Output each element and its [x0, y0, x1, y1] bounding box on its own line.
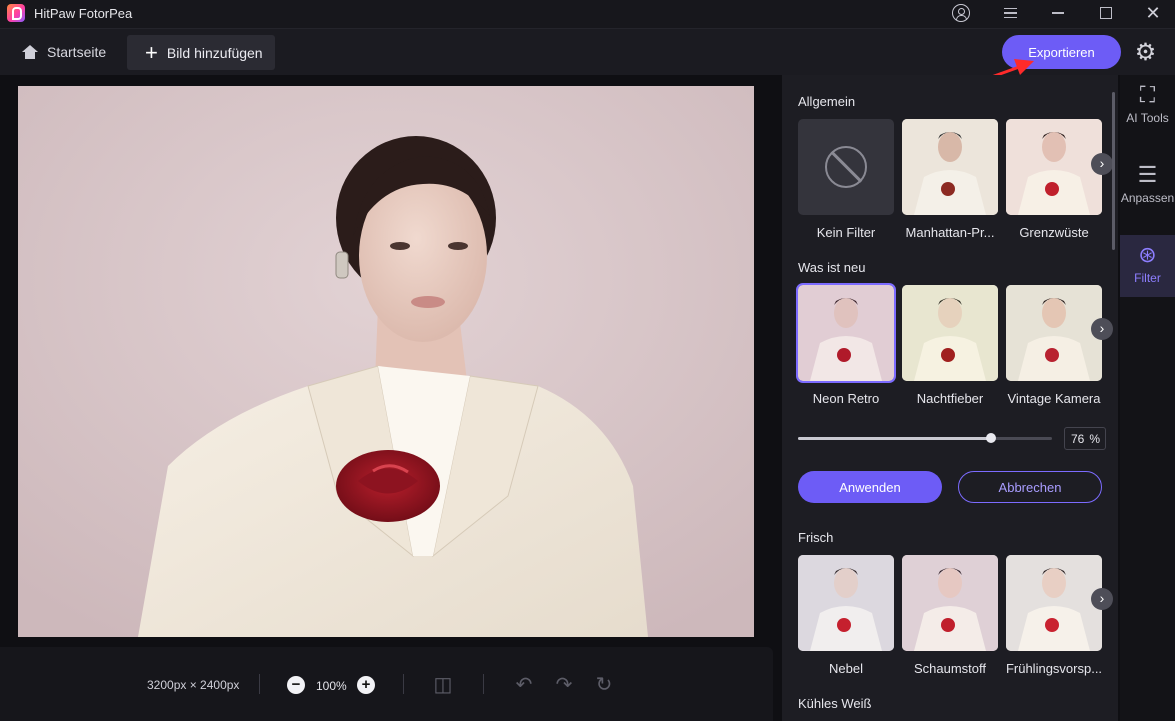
zoom-level: 100% — [316, 679, 347, 693]
home-button[interactable]: Startseite — [14, 38, 114, 66]
section-title-kuehles-weiss: Kühles Weiß — [798, 696, 872, 711]
filter-thumb-kein-filter[interactable] — [798, 119, 894, 215]
filter-preview — [902, 119, 998, 215]
gear-icon[interactable]: ⚙ — [1133, 40, 1158, 65]
filter-label: Manhattan-Pr... — [905, 225, 995, 240]
account-icon[interactable] — [949, 2, 973, 24]
filter-thumb-manhattan[interactable] — [902, 119, 998, 215]
filter-label: Nebel — [829, 661, 863, 676]
next-arrow-icon[interactable]: › — [1091, 588, 1113, 610]
intensity-unit: % — [1089, 431, 1100, 446]
filter-thumb-neon-retro[interactable] — [796, 283, 896, 383]
rail-item-filter[interactable]: ⊛ Filter — [1120, 235, 1175, 297]
intensity-slider[interactable] — [798, 433, 1052, 443]
rail-label: Filter — [1134, 271, 1161, 285]
filter-thumb-grenzwueste[interactable] — [1006, 119, 1102, 215]
tool-rail: ⛶ AI Tools ☰ Anpassen ⊛ Filter — [1120, 75, 1175, 721]
filter-label: Neon Retro — [812, 391, 880, 406]
filter-label: Schaumstoff — [913, 661, 987, 676]
no-filter-icon — [825, 146, 867, 188]
maximize-icon[interactable] — [1094, 2, 1118, 24]
home-label: Startseite — [47, 44, 107, 60]
section-title-allgemein: Allgemein — [798, 94, 856, 109]
filter-label: Frühlingsvorsp... — [1005, 661, 1103, 676]
cancel-button[interactable]: Abbrechen — [958, 471, 1102, 503]
filter-thumb-schaumstoff[interactable] — [902, 555, 998, 651]
filter-label: Grenzwüste — [1019, 225, 1089, 240]
intensity-value-field[interactable]: 76 % — [1064, 427, 1106, 450]
filter-preview — [1006, 555, 1102, 651]
next-arrow-icon[interactable]: › — [1091, 153, 1113, 175]
undo-icon[interactable]: ↶ — [513, 674, 535, 696]
filter-preview — [798, 555, 894, 651]
menu-icon[interactable] — [998, 2, 1022, 24]
app-logo-icon — [7, 4, 25, 22]
title-bar: HitPaw FotorPea ✕ — [0, 0, 1175, 28]
add-image-label: Bild hinzufügen — [166, 44, 263, 61]
edited-photo[interactable] — [18, 86, 754, 637]
filter-circles-icon: ⊛ — [1138, 242, 1157, 267]
zoom-out-button[interactable]: − — [287, 676, 305, 694]
filter-thumb-vintage-kamera[interactable] — [1006, 285, 1102, 381]
ai-tools-icon: ⛶ — [1139, 82, 1156, 107]
bottom-bar: 3200px × 2400px − 100% + ◫ ↶ ↷ ↻ — [0, 647, 773, 721]
filter-preview — [1006, 285, 1102, 381]
rail-item-anpassen[interactable]: ☰ Anpassen — [1120, 155, 1175, 217]
canvas-area — [0, 75, 780, 645]
filter-preview — [1006, 119, 1102, 215]
app-window: HitPaw FotorPea ✕ Startseite + Bild hinz… — [0, 0, 1175, 721]
app-title: HitPaw FotorPea — [34, 6, 133, 21]
minimize-icon[interactable] — [1046, 2, 1070, 24]
divider — [259, 674, 260, 694]
section-title-frisch: Frisch — [798, 530, 834, 545]
rail-label: Anpassen — [1120, 191, 1175, 205]
intensity-value: 76 — [1070, 431, 1085, 446]
plus-icon: + — [145, 39, 158, 65]
portrait-image — [18, 86, 754, 637]
section-title-was-ist-neu: Was ist neu — [798, 260, 866, 275]
filter-thumb-nachtfieber[interactable] — [902, 285, 998, 381]
filter-panel: Allgemein › Kein Filter Manhattan-Pr... … — [782, 75, 1118, 721]
slider-handle[interactable] — [986, 433, 996, 443]
filter-preview — [902, 285, 998, 381]
sliders-icon: ☰ — [1137, 162, 1158, 187]
reset-icon[interactable]: ↻ — [593, 674, 615, 696]
zoom-in-button[interactable]: + — [357, 676, 375, 694]
add-image-button[interactable]: + Bild hinzufügen — [127, 35, 275, 70]
image-dimensions: 3200px × 2400px — [147, 678, 240, 692]
panel-scrollbar[interactable] — [1112, 92, 1115, 250]
divider — [483, 674, 484, 694]
next-arrow-icon[interactable]: › — [1091, 318, 1113, 340]
filter-label: Vintage Kamera — [1007, 391, 1101, 406]
rail-label: AI Tools — [1126, 111, 1169, 125]
filter-label: Nachtfieber — [916, 391, 984, 406]
redo-icon[interactable]: ↷ — [553, 674, 575, 696]
rail-item-ai-tools[interactable]: ⛶ AI Tools — [1120, 75, 1175, 137]
filter-thumb-nebel[interactable] — [798, 555, 894, 651]
apply-button[interactable]: Anwenden — [798, 471, 942, 503]
filter-preview — [798, 285, 894, 381]
compare-icon[interactable]: ◫ — [432, 674, 454, 696]
filter-preview — [902, 555, 998, 651]
close-icon[interactable]: ✕ — [1141, 2, 1165, 24]
filter-label: Kein Filter — [816, 225, 876, 240]
home-icon — [22, 44, 38, 60]
filter-thumb-fruehlingsvorspiel[interactable] — [1006, 555, 1102, 651]
slider-fill — [798, 437, 991, 440]
divider — [403, 674, 404, 694]
